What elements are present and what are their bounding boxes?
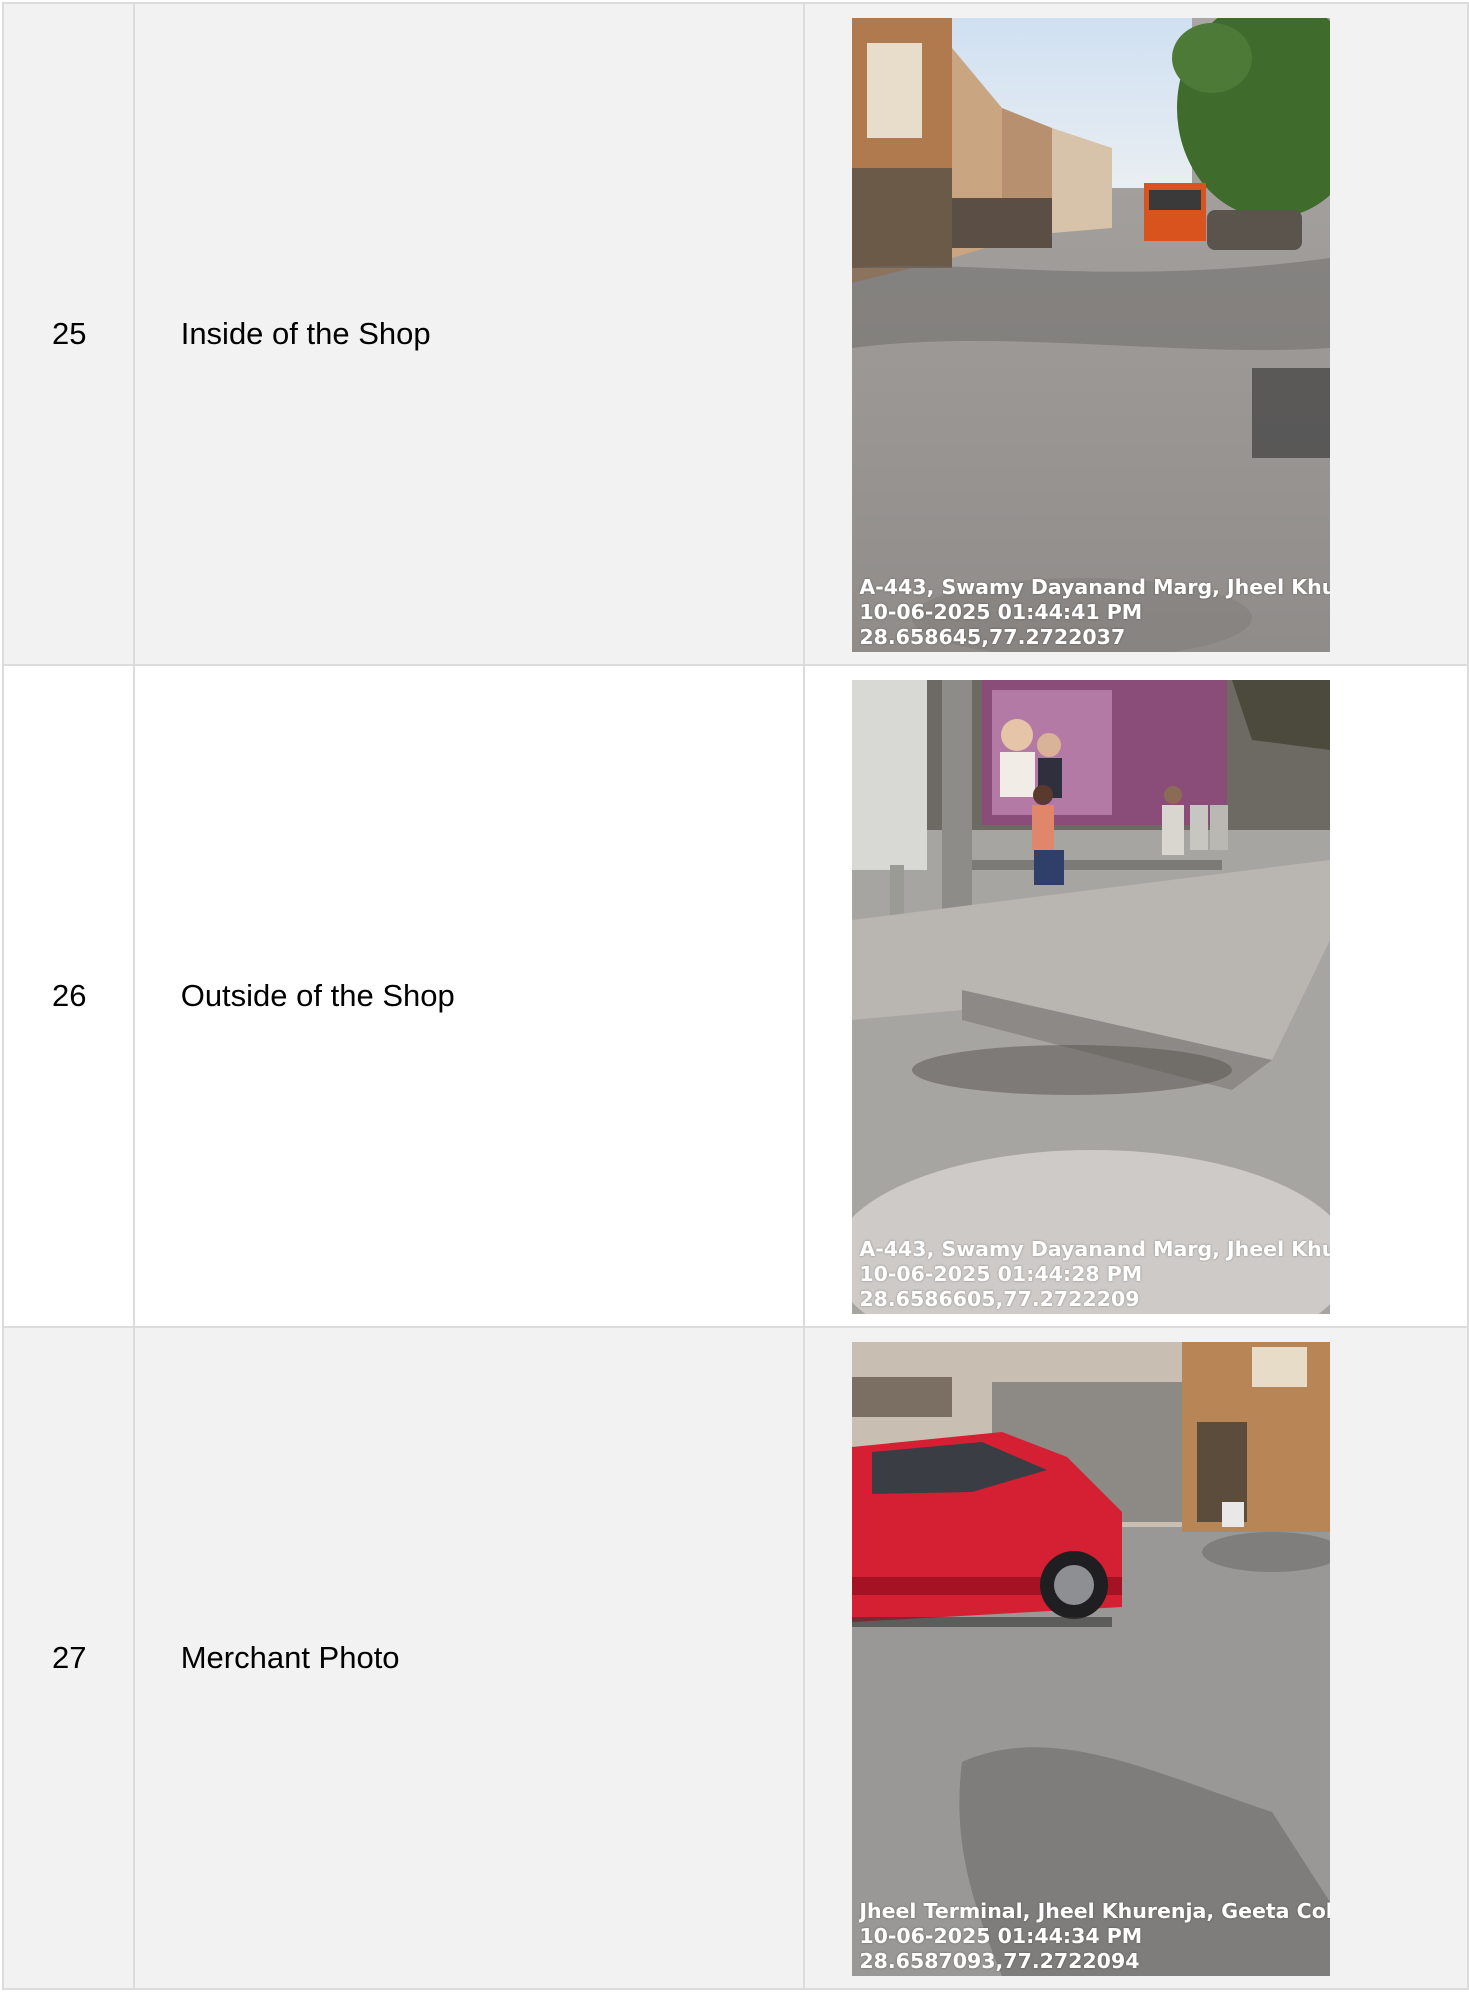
geotag-address: A-443, Swamy Dayanand Marg, Jheel Khuren: [859, 575, 1331, 599]
geotag-datetime: 10-06-2025 01:44:28 PM: [859, 1262, 1143, 1286]
photo-cell: A-443, Swamy Dayanand Marg, Jheel Khuren…: [803, 2, 1469, 666]
photo-geotag: Jheel Terminal, Jheel Khurenja, Geeta Co…: [859, 1899, 1330, 1974]
merchant-photo[interactable]: Jheel Terminal, Jheel Khurenja, Geeta Co…: [852, 1342, 1331, 1976]
bus-stop-photo[interactable]: A-443, Swamy Dayanand Marg, Jheel Khuren…: [852, 680, 1331, 1314]
photo-cell: A-443, Swamy Dayanand Marg, Jheel Khuren…: [803, 664, 1469, 1328]
table-row: 27 Merchant Photo Jheel Terminal, Jheel …: [2, 1326, 1469, 1990]
geotag-address: A-443, Swamy Dayanand Marg, Jheel Khuren: [859, 1237, 1331, 1261]
table-row: 26 Outside of the Shop A-443, Swamy Daya…: [2, 664, 1469, 1328]
row-description: Inside of the Shop: [132, 2, 806, 666]
geotag-datetime: 10-06-2025 01:44:41 PM: [859, 600, 1143, 624]
geotag-datetime: 10-06-2025 01:44:34 PM: [859, 1924, 1143, 1948]
row-number: 27: [2, 1326, 135, 1990]
photo-geotag: A-443, Swamy Dayanand Marg, Jheel Khuren…: [859, 1237, 1330, 1312]
geotag-coordinates: 28.658645,77.2722037: [859, 625, 1126, 649]
red-car-street-icon: [852, 1342, 1331, 1976]
row-description: Outside of the Shop: [132, 664, 806, 1328]
row-number: 25: [2, 2, 135, 666]
photo-cell: Jheel Terminal, Jheel Khurenja, Geeta Co…: [803, 1326, 1469, 1990]
table-row: 25 Inside of the Shop A-443, Swamy Dayan…: [2, 2, 1469, 666]
geotag-coordinates: 28.6586605,77.2722209: [859, 1287, 1140, 1311]
report-table: 25 Inside of the Shop A-443, Swamy Dayan…: [2, 2, 1469, 1990]
geotag-address: Jheel Terminal, Jheel Khurenja, Geeta Co…: [859, 1899, 1331, 1923]
photo-geotag: A-443, Swamy Dayanand Marg, Jheel Khuren…: [859, 575, 1330, 650]
bus-stop-icon: [852, 680, 1331, 1314]
row-number: 26: [2, 664, 135, 1328]
street-photo[interactable]: A-443, Swamy Dayanand Marg, Jheel Khuren…: [852, 18, 1331, 652]
row-description: Merchant Photo: [132, 1326, 806, 1990]
street-with-shops-icon: [852, 18, 1331, 652]
geotag-coordinates: 28.6587093,77.2722094: [859, 1949, 1140, 1973]
